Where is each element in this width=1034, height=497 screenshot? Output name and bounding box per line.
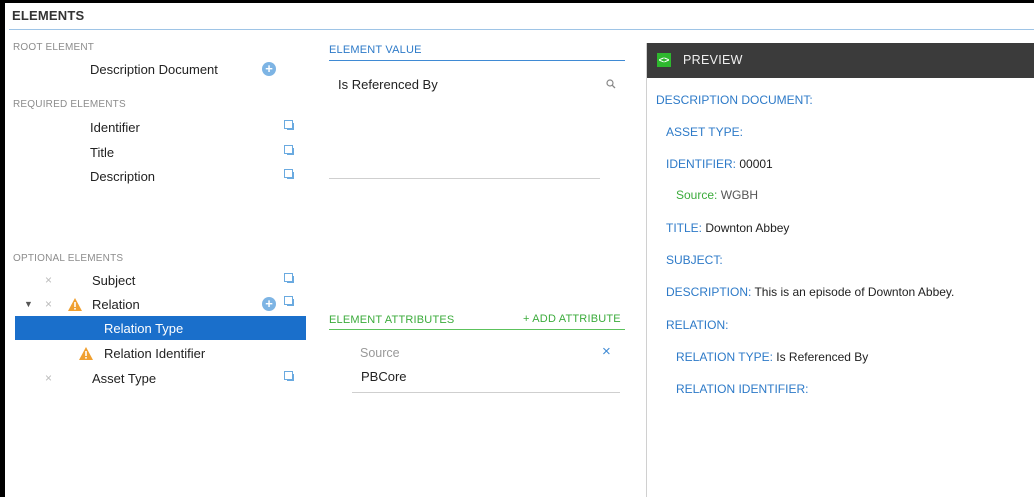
preview-line: DESCRIPTION: This is an episode of Downt… — [666, 285, 955, 299]
optional-item-relation-type[interactable]: Relation Type — [104, 321, 183, 336]
add-child-button[interactable]: + — [262, 62, 276, 76]
root-element-heading: ROOT ELEMENT — [13, 42, 95, 53]
attribute-value-input[interactable]: PBCore — [361, 369, 407, 384]
required-elements-heading: REQUIRED ELEMENTS — [13, 99, 126, 110]
panel-title: ELEMENTS — [12, 8, 85, 23]
optional-elements-heading: OPTIONAL ELEMENTS — [13, 253, 124, 264]
optional-item-relation-identifier[interactable]: Relation Identifier — [104, 346, 205, 361]
attribute-underline — [352, 392, 620, 393]
preview-line: ASSET TYPE: — [666, 125, 743, 139]
preview-line: RELATION IDENTIFIER: — [676, 382, 809, 396]
duplicate-icon[interactable] — [284, 273, 297, 286]
remove-icon[interactable]: × — [45, 273, 52, 287]
element-attributes-heading: ELEMENT ATTRIBUTES — [329, 314, 455, 326]
warning-icon — [79, 347, 93, 360]
preview-line: DESCRIPTION DOCUMENT: — [656, 93, 813, 107]
element-value-divider — [329, 60, 625, 61]
search-icon[interactable] — [606, 79, 616, 89]
elements-window: ELEMENTS ROOT ELEMENT Description Docume… — [5, 3, 1034, 497]
preview-panel: <> PREVIEW DESCRIPTION DOCUMENT: ASSET T… — [646, 43, 1034, 497]
element-value-underline — [329, 178, 600, 179]
title-divider — [9, 29, 1034, 30]
warning-icon — [68, 298, 82, 311]
duplicate-icon[interactable] — [284, 145, 297, 158]
preview-line: IDENTIFIER: 00001 — [666, 157, 773, 171]
duplicate-icon[interactable] — [284, 296, 297, 309]
element-value-input[interactable]: Is Referenced By — [338, 77, 438, 92]
add-attribute-button[interactable]: + ADD ATTRIBUTE — [523, 313, 621, 325]
remove-icon[interactable]: × — [45, 371, 52, 385]
required-item-title[interactable]: Title — [90, 145, 114, 160]
duplicate-icon[interactable] — [284, 169, 297, 182]
preview-line: Source: WGBH — [676, 188, 759, 202]
optional-item-asset-type[interactable]: Asset Type — [92, 371, 156, 386]
optional-item-relation[interactable]: Relation — [92, 297, 140, 312]
element-attributes-divider — [329, 329, 625, 330]
required-item-identifier[interactable]: Identifier — [90, 120, 140, 135]
expand-icon[interactable]: ▼ — [24, 299, 33, 309]
attribute-name: Source — [360, 346, 400, 360]
root-element-item[interactable]: Description Document — [90, 62, 218, 77]
duplicate-icon[interactable] — [284, 371, 297, 384]
remove-icon[interactable]: × — [45, 297, 52, 311]
required-item-description[interactable]: Description — [90, 169, 155, 184]
add-child-button[interactable]: + — [262, 297, 276, 311]
element-value-heading: ELEMENT VALUE — [329, 44, 422, 56]
preview-line: RELATION TYPE: Is Referenced By — [676, 350, 869, 364]
preview-line: TITLE: Downton Abbey — [666, 221, 790, 235]
preview-line: SUBJECT: — [666, 253, 723, 267]
optional-item-subject[interactable]: Subject — [92, 273, 135, 288]
code-icon: <> — [657, 53, 671, 67]
preview-line: RELATION: — [666, 318, 729, 332]
remove-attribute-icon[interactable]: × — [602, 343, 611, 360]
duplicate-icon[interactable] — [284, 120, 297, 133]
preview-title: PREVIEW — [683, 53, 743, 67]
